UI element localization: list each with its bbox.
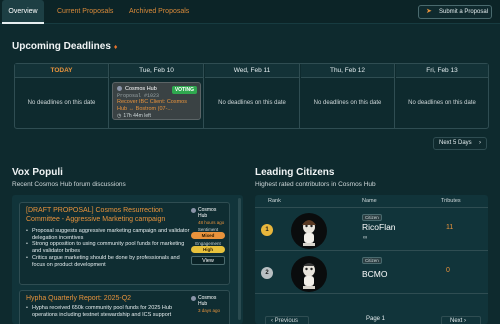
day-header: Wed, Feb 11 bbox=[205, 64, 299, 78]
post-title[interactable]: [DRAFT PROPOSAL] Cosmos Resurrection Com… bbox=[26, 207, 190, 224]
tab-current-proposals[interactable]: Current Proposals bbox=[57, 0, 113, 24]
forum-discussions-panel: [DRAFT PROPOSAL] Cosmos Resurrection Com… bbox=[12, 195, 243, 324]
leading-citizens-title: Leading Citizens bbox=[255, 167, 334, 178]
next-label: Next bbox=[450, 318, 463, 324]
summary-item: Strong opposition to using community poo… bbox=[26, 241, 190, 254]
post-time-ago: 48 hours ago bbox=[198, 220, 225, 225]
view-button[interactable]: View bbox=[191, 256, 225, 265]
next-5-days-label: Next 5 Days bbox=[439, 140, 472, 146]
top-nav: Overview Current Proposals Archived Prop… bbox=[0, 0, 500, 24]
clock-icon: ◷ bbox=[117, 113, 122, 119]
post-chain: Cosmos Hub bbox=[191, 295, 225, 307]
chevron-right-icon: › bbox=[462, 318, 467, 324]
column-name: Name bbox=[362, 198, 377, 204]
chevron-right-icon: › bbox=[479, 140, 481, 146]
proposal-time-left: ◷ 17h 44m left bbox=[117, 113, 196, 119]
citizen-badge: Citizen bbox=[362, 214, 382, 221]
day-header: Fri, Feb 13 bbox=[396, 64, 488, 78]
day-thu: Thu, Feb 12 No deadlines on this date bbox=[301, 64, 395, 128]
avatar bbox=[291, 213, 327, 249]
avatar bbox=[291, 256, 327, 292]
tributes-count: 11 bbox=[446, 224, 454, 231]
summary-item: Hypha received 650k community pool funds… bbox=[26, 305, 190, 318]
column-rank: Rank bbox=[268, 198, 281, 204]
vox-title-text: Vox Populi bbox=[12, 167, 63, 178]
table-header: Rank Name Tributes bbox=[255, 195, 488, 208]
post-meta: Cosmos Hub 48 hours ago Sentiment Mixed … bbox=[191, 207, 225, 265]
page-indicator: Page 1 bbox=[366, 316, 386, 322]
engagement-badge: High bbox=[191, 246, 225, 253]
citizen-badge: Citizen bbox=[362, 257, 382, 264]
post-summary: Hypha received 650k community pool funds… bbox=[26, 305, 190, 318]
summary-item: Proposal suggests aggressive marketing c… bbox=[26, 228, 190, 241]
citizen-name[interactable]: RicoFlan bbox=[362, 222, 396, 232]
forum-scrollbar[interactable] bbox=[238, 198, 241, 320]
deadlines-calendar: TODAY No deadlines on this date Tue, Feb… bbox=[14, 63, 489, 129]
day-tue: Tue, Feb 10 Cosmos Hub VOTING Proposal #… bbox=[110, 64, 204, 128]
day-wed: Wed, Feb 11 No deadlines on this date bbox=[205, 64, 300, 128]
column-tributes: Tributes bbox=[441, 198, 461, 204]
send-icon: ➤ bbox=[426, 8, 432, 15]
rank-badge: 1 bbox=[261, 224, 273, 236]
day-fri: Fri, Feb 13 No deadlines on this date bbox=[396, 64, 488, 128]
summary-item: Critics argue marketing should be done b… bbox=[26, 255, 190, 268]
cosmos-hub-icon bbox=[191, 296, 196, 301]
day-today: TODAY No deadlines on this date bbox=[15, 64, 109, 128]
leaderboard-table: Rank Name Tributes 1 Citizen RicoFlan ∞ … bbox=[255, 195, 488, 324]
proposal-title: Recover IBC Client: Cosmos Hub ↔ Bostrom… bbox=[117, 99, 187, 112]
flame-icon: ♦ bbox=[113, 44, 118, 51]
post-chain-label: Cosmos Hub bbox=[198, 207, 217, 219]
post-summary: Proposal suggests aggressive marketing c… bbox=[26, 228, 190, 268]
vox-populi-title: Vox Populi bbox=[12, 167, 63, 178]
day-header: TODAY bbox=[15, 64, 108, 78]
previous-label: Previous bbox=[274, 318, 299, 324]
status-badge: VOTING bbox=[171, 86, 197, 94]
post-chain-label: Cosmos Hub bbox=[198, 295, 217, 307]
forum-post: Hypha Quarterly Report: 2025-Q2 Hypha re… bbox=[19, 290, 230, 324]
deadlines-title: Upcoming Deadlines ♦ bbox=[12, 41, 117, 52]
tab-archived-proposals[interactable]: Archived Proposals bbox=[129, 0, 189, 24]
deadlines-title-text: Upcoming Deadlines bbox=[12, 41, 111, 52]
day-empty-text: No deadlines on this date bbox=[313, 100, 382, 106]
pagination: ‹ Previous Page 1 Next › bbox=[255, 312, 488, 324]
table-row[interactable]: 1 Citizen RicoFlan ∞ 11 bbox=[255, 209, 488, 251]
post-meta: Cosmos Hub 3 days ago bbox=[191, 295, 225, 313]
forum-post: [DRAFT PROPOSAL] Cosmos Resurrection Com… bbox=[19, 202, 230, 285]
next-page-button[interactable]: Next › bbox=[441, 316, 481, 324]
cosmos-hub-icon bbox=[117, 86, 122, 92]
proposal-card[interactable]: Cosmos Hub VOTING Proposal #1023 Recover… bbox=[112, 82, 201, 120]
day-header: Thu, Feb 12 bbox=[301, 64, 394, 78]
citizen-name[interactable]: BCMO bbox=[362, 269, 388, 279]
time-left-label: 17h 44m left bbox=[123, 113, 151, 119]
next-5-days-button[interactable]: Next 5 Days › bbox=[433, 137, 487, 150]
previous-page-button[interactable]: ‹ Previous bbox=[265, 316, 309, 324]
proposal-chain-label: Cosmos Hub bbox=[125, 86, 157, 92]
leading-citizens-subtitle: Highest rated contributors in Cosmos Hub bbox=[255, 181, 376, 188]
day-empty-text: No deadlines on this date bbox=[408, 100, 476, 106]
day-empty-text: No deadlines on this date bbox=[218, 100, 286, 106]
day-header: Tue, Feb 10 bbox=[110, 64, 203, 78]
leaders-title-text: Leading Citizens bbox=[255, 167, 335, 178]
post-chain: Cosmos Hub bbox=[191, 207, 225, 219]
vox-populi-subtitle: Recent Cosmos Hub forum discussions bbox=[12, 181, 126, 188]
post-title[interactable]: Hypha Quarterly Report: 2025-Q2 bbox=[26, 295, 190, 304]
table-row[interactable]: 2 Citizen BCMO 0 bbox=[255, 252, 488, 294]
post-time-ago: 3 days ago bbox=[198, 308, 221, 313]
handshake-icon: ∞ bbox=[363, 235, 368, 241]
cosmos-hub-icon bbox=[191, 208, 196, 213]
tributes-count: 0 bbox=[446, 267, 450, 274]
submit-proposal-button[interactable]: ➤ Submit a Proposal bbox=[418, 5, 492, 19]
rank-badge: 2 bbox=[261, 267, 273, 279]
tab-overview[interactable]: Overview bbox=[2, 0, 44, 24]
sentiment-badge: Mixed bbox=[191, 232, 225, 239]
submit-proposal-label: Submit a Proposal bbox=[439, 9, 489, 15]
day-empty-text: No deadlines on this date bbox=[27, 100, 96, 106]
